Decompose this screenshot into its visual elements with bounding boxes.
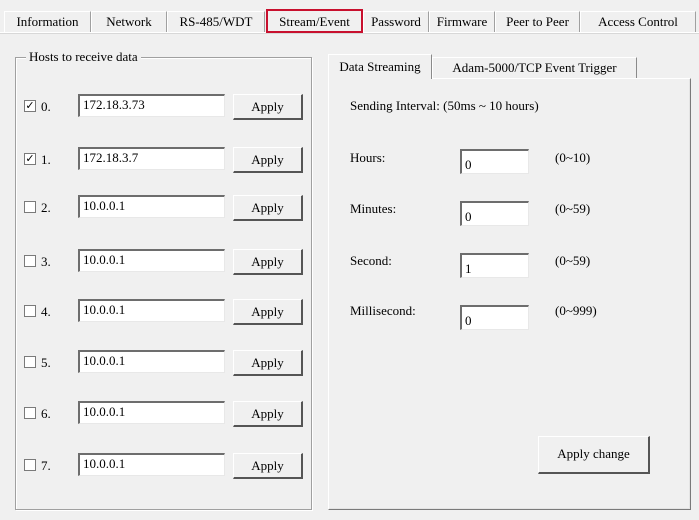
millisecond-input[interactable]: 0: [460, 305, 529, 330]
host-1-checkbox[interactable]: ✓: [24, 153, 36, 165]
host-4-index: 4.: [41, 304, 51, 319]
tab-rs485-wdt[interactable]: RS-485/WDT: [167, 11, 265, 32]
millisecond-range: (0~999): [555, 303, 597, 318]
tab-network[interactable]: Network: [91, 11, 167, 32]
second-label: Second:: [350, 253, 392, 268]
host-5-ip-input[interactable]: 10.0.0.1: [78, 350, 225, 373]
host-2-checkbox[interactable]: [24, 201, 36, 213]
host-4-ip-input[interactable]: 10.0.0.1: [78, 299, 225, 322]
host-1-index: 1.: [41, 152, 51, 167]
tab-strip-shadow: [0, 33, 699, 34]
host-7-ip-input[interactable]: 10.0.0.1: [78, 453, 225, 476]
millisecond-label: Millisecond:: [350, 303, 416, 318]
host-0-apply-button[interactable]: Apply: [233, 94, 303, 120]
host-6-ip-input[interactable]: 10.0.0.1: [78, 401, 225, 424]
host-1-ip-input[interactable]: 172.18.3.7: [78, 147, 225, 170]
tab-firmware[interactable]: Firmware: [429, 11, 495, 32]
hours-range: (0~10): [555, 150, 591, 165]
host-4-apply-button[interactable]: Apply: [233, 299, 303, 325]
host-3-checkbox[interactable]: [24, 255, 36, 267]
minutes-input[interactable]: 0: [460, 201, 529, 226]
minutes-range: (0~59): [555, 201, 591, 216]
host-6-apply-button[interactable]: Apply: [233, 401, 303, 427]
second-input[interactable]: 1: [460, 253, 529, 278]
hours-input[interactable]: 0: [460, 149, 529, 174]
host-5-index: 5.: [41, 355, 51, 370]
host-0-ip-input[interactable]: 172.18.3.73: [78, 94, 225, 117]
apply-change-button[interactable]: Apply change: [538, 436, 650, 474]
tab-information[interactable]: Information: [4, 11, 91, 32]
host-6-index: 6.: [41, 406, 51, 421]
host-6-checkbox[interactable]: [24, 407, 36, 419]
tab-event-trigger[interactable]: Adam-5000/TCP Event Trigger: [432, 57, 637, 78]
hosts-groupbox-title: Hosts to receive data: [26, 49, 141, 65]
hosts-groupbox: [15, 57, 312, 510]
host-0-checkbox[interactable]: ✓: [24, 100, 36, 112]
second-range: (0~59): [555, 253, 591, 268]
tab-peer-to-peer[interactable]: Peer to Peer: [495, 11, 580, 32]
host-7-apply-button[interactable]: Apply: [233, 453, 303, 479]
host-3-apply-button[interactable]: Apply: [233, 249, 303, 275]
host-3-ip-input[interactable]: 10.0.0.1: [78, 249, 225, 272]
sending-interval-label: Sending Interval: (50ms ~ 10 hours): [350, 98, 539, 113]
minutes-label: Minutes:: [350, 201, 397, 216]
host-5-checkbox[interactable]: [24, 356, 36, 368]
host-1-apply-button[interactable]: Apply: [233, 147, 303, 173]
tab-stream-event[interactable]: Stream/Event: [266, 9, 363, 33]
tab-data-streaming[interactable]: Data Streaming: [328, 54, 432, 79]
main-tab-bar: Information Network RS-485/WDT Stream/Ev…: [0, 0, 699, 33]
host-7-checkbox[interactable]: [24, 459, 36, 471]
host-2-index: 2.: [41, 200, 51, 215]
host-0-index: 0.: [41, 99, 51, 114]
host-7-index: 7.: [41, 458, 51, 473]
tab-access-control[interactable]: Access Control: [580, 11, 696, 32]
host-2-apply-button[interactable]: Apply: [233, 195, 303, 221]
host-4-checkbox[interactable]: [24, 305, 36, 317]
host-5-apply-button[interactable]: Apply: [233, 350, 303, 376]
host-3-index: 3.: [41, 254, 51, 269]
tab-password[interactable]: Password: [363, 11, 429, 32]
hours-label: Hours:: [350, 150, 386, 165]
host-2-ip-input[interactable]: 10.0.0.1: [78, 195, 225, 218]
